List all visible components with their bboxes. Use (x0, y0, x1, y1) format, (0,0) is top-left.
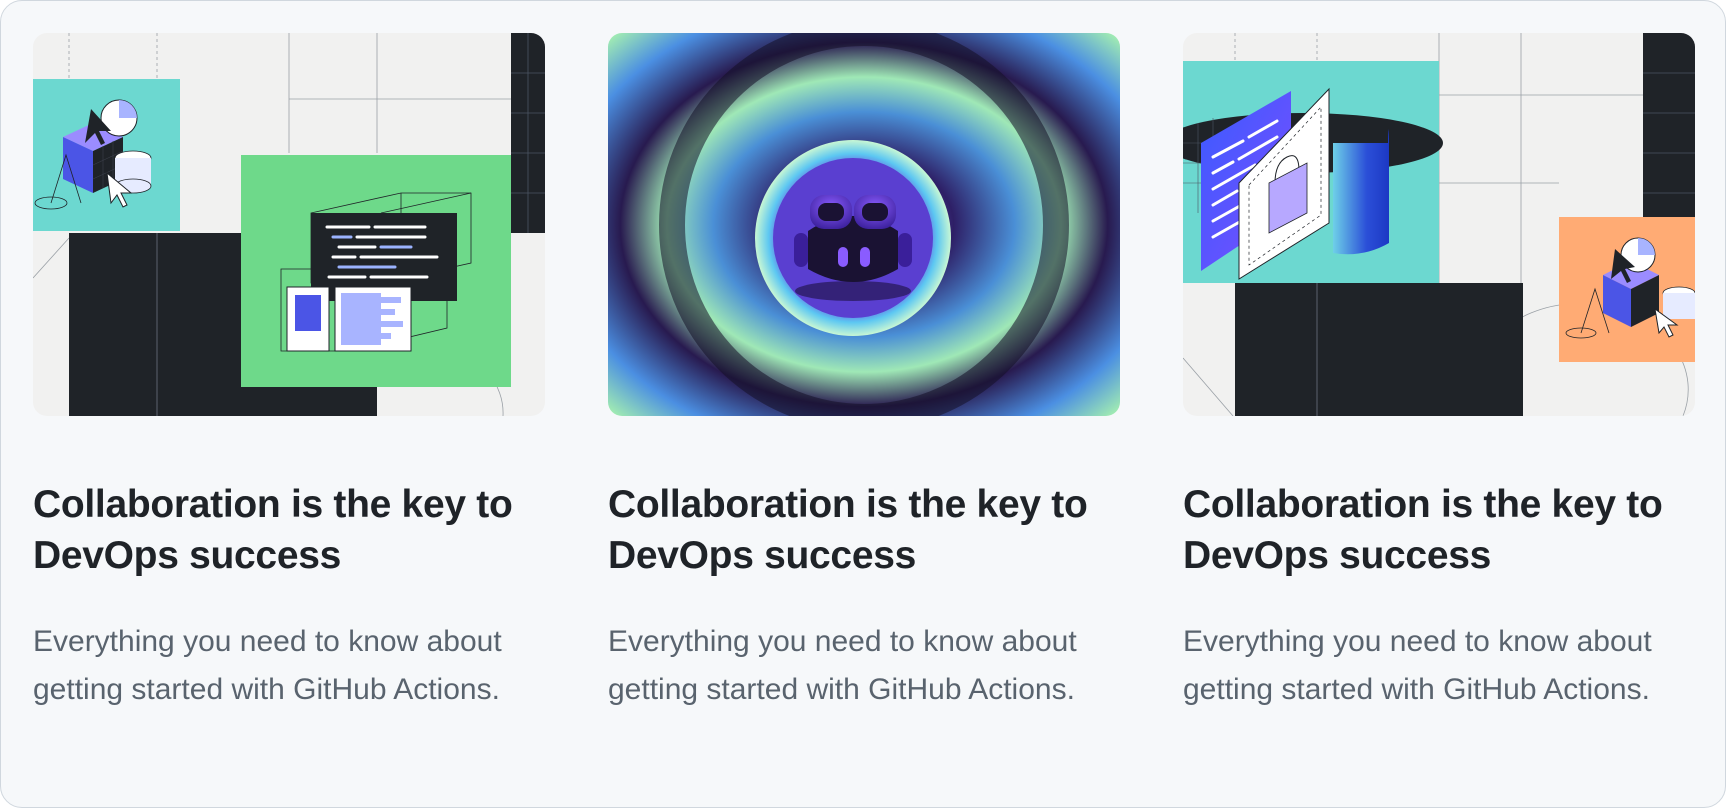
article-card[interactable]: Collaboration is the key to DevOps succe… (608, 33, 1120, 706)
article-card[interactable]: Collaboration is the key to DevOps succe… (1183, 33, 1695, 706)
card-description: Everything you need to know about gettin… (33, 625, 502, 706)
card-title[interactable]: Collaboration is the key to DevOps succe… (33, 479, 545, 581)
article-card[interactable]: Collaboration is the key to DevOps succe… (33, 33, 545, 706)
card-thumbnail-copilot-robot[interactable] (608, 33, 1120, 416)
article-cards-section: Collaboration is the key to DevOps succe… (0, 0, 1726, 808)
card-thumbnail-security-window[interactable] (1183, 33, 1695, 416)
card-title[interactable]: Collaboration is the key to DevOps succe… (1183, 479, 1695, 581)
card-description: Everything you need to know about gettin… (1183, 625, 1652, 706)
card-title[interactable]: Collaboration is the key to DevOps succe… (608, 479, 1120, 581)
card-description: Everything you need to know about gettin… (608, 625, 1077, 706)
card-thumbnail-isometric-shapes[interactable] (33, 33, 545, 416)
